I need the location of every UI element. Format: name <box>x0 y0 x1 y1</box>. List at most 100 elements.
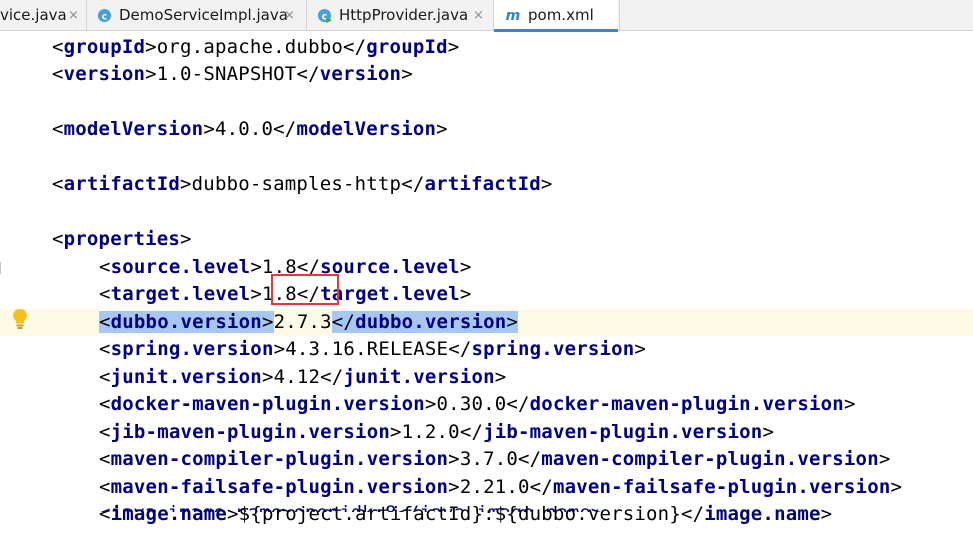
tab-label: DemoServiceImpl.java <box>119 6 288 24</box>
tag-name: docker-maven-plugin.version <box>529 393 844 415</box>
tag-value: 4.0.0 <box>214 118 274 140</box>
close-icon[interactable]: × <box>284 0 295 31</box>
bracket: </ <box>273 118 297 140</box>
tag-name: version <box>63 63 146 85</box>
bracket: </ <box>320 366 344 388</box>
bracket: < <box>99 476 111 498</box>
bracket: > <box>506 311 519 333</box>
bracket: > <box>890 476 903 498</box>
bracket: </ <box>680 503 705 525</box>
tab-demoserviceimpl[interactable]: c DemoServiceImpl.java × <box>87 0 305 31</box>
open-tag: <dubbo.version> <box>99 311 274 333</box>
bracket: < <box>99 311 111 333</box>
code-line[interactable]: <jib-maven-plugin.version>1.2.0</jib-mav… <box>99 419 774 445</box>
bracket: > <box>448 476 460 498</box>
tag-name: properties <box>63 228 181 250</box>
code-line[interactable]: <spring.version>4.3.16.RELEASE</spring.v… <box>99 336 646 362</box>
tag-name: dubbo.version <box>355 311 507 333</box>
maven-icon: m <box>506 8 521 23</box>
tab-service-java[interactable]: vice.java × <box>0 0 85 31</box>
bracket: > <box>250 283 262 305</box>
code-editor[interactable]: <groupId>org.apache.dubbo</groupId> <vers… <box>0 31 973 539</box>
editor-tab-bar: vice.java × c DemoServiceImpl.java × c H… <box>0 0 973 32</box>
open-tag: <target.level> <box>99 283 262 305</box>
code-line[interactable]: <maven-failsafe-plugin.version>2.21.0</m… <box>99 474 902 500</box>
java-class-icon: c <box>97 8 112 22</box>
bracket: > <box>401 63 413 85</box>
close-tag: </maven-compiler-plugin.version> <box>518 448 890 470</box>
tag-value: 4.12 <box>273 366 321 388</box>
bracket: </ <box>529 476 553 498</box>
bracket: </ <box>448 338 472 360</box>
code-line[interactable]: <dubbo.version>2.7.3</dubbo.version> <box>99 309 519 335</box>
svg-text:m: m <box>506 8 521 23</box>
tag-name: groupId <box>63 36 146 58</box>
bracket: </ <box>506 393 530 415</box>
tab-httpprovider[interactable]: c HttpProvider.java × <box>307 0 492 31</box>
code-line[interactable]: <groupId>org.apache.dubbo</groupId> <box>52 34 459 60</box>
tag-name: modelVersion <box>296 118 437 140</box>
bracket: > <box>878 448 891 470</box>
close-tag: </junit.version> <box>320 366 506 388</box>
tag-value: 2.7.3 <box>273 311 332 333</box>
code-line[interactable]: <docker-maven-plugin.version>0.30.0</doc… <box>99 391 856 417</box>
bracket: < <box>99 338 111 360</box>
bracket: > <box>540 173 553 195</box>
open-tag: <source.level> <box>99 256 262 278</box>
close-tag: </groupId> <box>343 36 459 58</box>
bracket: > <box>762 421 775 443</box>
tag-name: jib-maven-plugin.version <box>110 421 390 443</box>
open-tag: <junit.version> <box>99 366 274 388</box>
bracket: < <box>52 118 64 140</box>
bracket: < <box>99 448 111 470</box>
tag-value: 1.0-SNAPSHOT <box>156 63 297 85</box>
bracket: </ <box>401 173 425 195</box>
code-line[interactable]: <properties> <box>52 226 192 252</box>
tab-pom-xml[interactable]: m pom.xml <box>494 0 618 32</box>
tag-name: artifactId <box>63 173 181 195</box>
tab-label: HttpProvider.java <box>339 6 469 24</box>
open-tag: <maven-failsafe-plugin.version> <box>99 476 460 498</box>
lightbulb-icon[interactable] <box>12 308 28 330</box>
tag-value: 0.30.0 <box>436 393 507 415</box>
close-icon[interactable]: × <box>68 0 79 31</box>
code-line[interactable]: <maven-compiler-plugin.version>3.7.0</ma… <box>99 446 890 472</box>
open-tag: <properties> <box>52 228 192 250</box>
tag-value: 3.7.0 <box>459 448 519 470</box>
open-tag: <maven-compiler-plugin.version> <box>99 448 460 470</box>
open-tag: <docker-maven-plugin.version> <box>99 393 437 415</box>
code-line[interactable]: <artifactId>dubbo-samples-http</artifact… <box>52 171 553 197</box>
bracket: < <box>99 283 111 305</box>
code-line[interactable]: <modelVersion>4.0.0</modelVersion> <box>52 116 448 142</box>
bracket: > <box>261 366 274 388</box>
tag-value: 1.2.0 <box>401 421 460 443</box>
open-tag: <version> <box>52 63 157 85</box>
tag-value: 2.21.0 <box>459 476 530 498</box>
tab-label: vice.java <box>0 6 67 24</box>
bracket: < <box>52 36 64 58</box>
open-tag: <spring.version> <box>99 338 285 360</box>
open-tag: <artifactId> <box>52 173 192 195</box>
ide-window: vice.java × c DemoServiceImpl.java × c H… <box>0 0 973 539</box>
bracket: > <box>145 36 157 58</box>
bracket: > <box>448 448 460 470</box>
open-tag: <jib-maven-plugin.version> <box>99 421 402 443</box>
close-tag: </modelVersion> <box>273 118 448 140</box>
bracket: < <box>99 393 111 415</box>
close-tag: </dubbo.version> <box>331 311 519 333</box>
bracket: > <box>424 393 437 415</box>
tag-name: dubbo.version <box>110 311 262 333</box>
close-tag: </maven-failsafe-plugin.version> <box>530 476 902 498</box>
open-tag: <modelVersion> <box>52 118 215 140</box>
code-line-partial: <java-image.name>openjdk:8</java-image.n… <box>99 500 602 512</box>
tag-name: maven-failsafe-plugin.version <box>552 476 891 498</box>
tag-name: maven-compiler-plugin.version <box>110 448 449 470</box>
bracket: </ <box>331 311 356 333</box>
close-icon[interactable]: × <box>473 0 484 31</box>
tag-name: spring.version <box>110 338 274 360</box>
code-line[interactable]: <version>1.0-SNAPSHOT</version> <box>52 61 413 87</box>
code-line[interactable]: <junit.version>4.12</junit.version> <box>99 364 506 390</box>
bracket: > <box>180 228 192 250</box>
tag-name: target.level <box>320 283 460 305</box>
tag-name: image.name <box>704 503 821 525</box>
